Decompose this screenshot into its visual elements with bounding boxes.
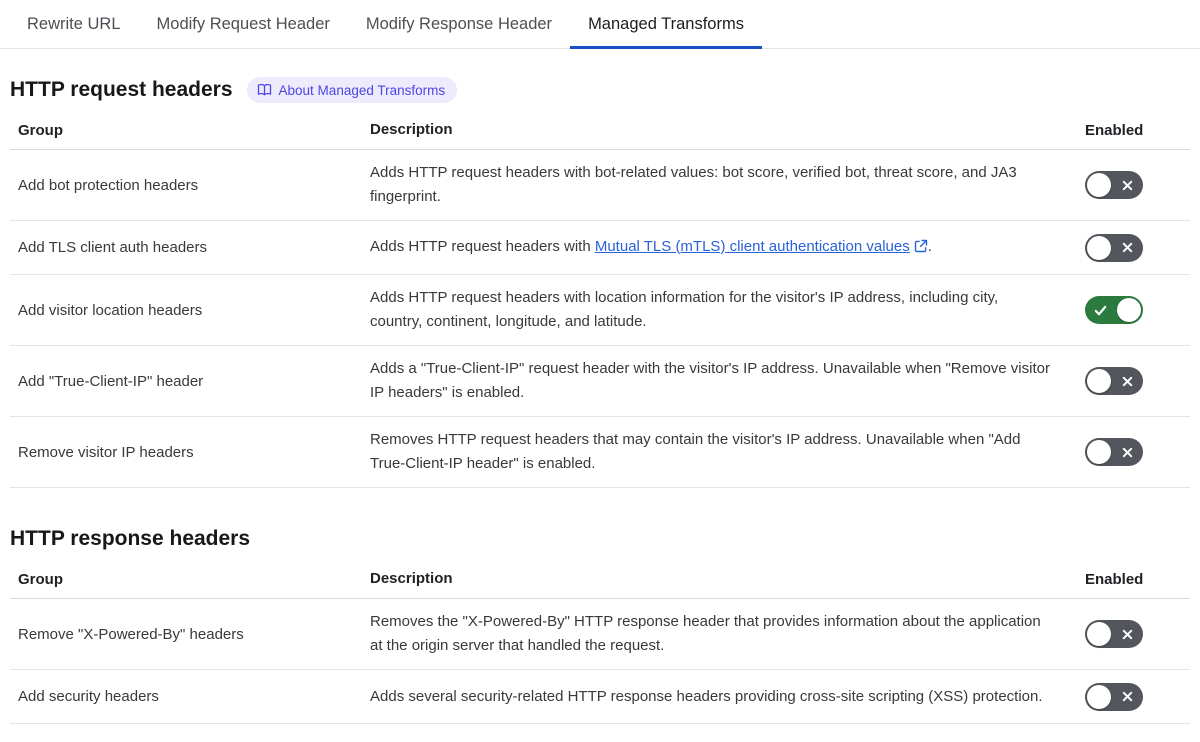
x-icon: [1121, 690, 1134, 703]
toggle-knob: [1117, 298, 1141, 322]
response-table-header: Group Description Enabled: [10, 552, 1190, 599]
tab-label: Managed Transforms: [588, 14, 744, 33]
tab-managed-transforms[interactable]: Managed Transforms: [570, 0, 762, 49]
group-cell: Add security headers: [18, 688, 159, 705]
group-cell: Add TLS client auth headers: [18, 239, 208, 256]
enabled-cell: [1085, 296, 1190, 324]
description-cell: Removes the "X-Powered-By" HTTP response…: [370, 610, 1070, 658]
column-header-description: Description: [370, 570, 453, 587]
description-text: Adds several security-related HTTP respo…: [370, 687, 1043, 705]
enabled-cell: [1085, 682, 1190, 711]
group-cell: Remove visitor IP headers: [18, 443, 194, 461]
about-managed-transforms-badge[interactable]: About Managed Transforms: [246, 77, 458, 103]
group-cell: Add bot protection headers: [18, 176, 199, 194]
tab-modify-response-header[interactable]: Modify Response Header: [348, 0, 570, 48]
column-header-enabled: Enabled: [1085, 122, 1144, 139]
table-row: Add "True-Client-IP" header Adds a "True…: [10, 346, 1190, 417]
x-icon: [1121, 241, 1134, 254]
column-header-group: Group: [18, 122, 63, 139]
description-text: Adds HTTP request headers with: [370, 237, 595, 255]
description-link[interactable]: Mutual TLS (mTLS) client authentication …: [595, 238, 910, 255]
response-section-header: HTTP response headers: [10, 526, 1190, 552]
table-row: Add TLS client auth headers Adds HTTP re…: [10, 221, 1190, 275]
description-text: Adds a "True-Client-IP" request header w…: [370, 360, 1050, 401]
external-link-icon: [914, 237, 928, 261]
group-cell: Add "True-Client-IP" header: [18, 372, 204, 390]
page-content: HTTP request headers About Managed Trans…: [0, 77, 1200, 724]
enabled-toggle[interactable]: [1085, 233, 1143, 262]
toggle-knob: [1087, 235, 1111, 260]
enabled-cell: [1085, 367, 1190, 395]
tab-label: Modify Response Header: [365, 14, 553, 33]
table-row: Remove visitor IP headers Removes HTTP r…: [10, 417, 1190, 488]
request-section-title: HTTP request headers: [10, 78, 233, 101]
toggle-knob: [1087, 173, 1111, 197]
request-table-body: Add bot protection headers Adds HTTP req…: [10, 150, 1190, 488]
description-cell: Adds HTTP request headers with Mutual TL…: [370, 235, 1070, 261]
toggle-knob: [1087, 684, 1111, 709]
description-text: Removes the "X-Powered-By" HTTP response…: [370, 613, 1041, 654]
book-icon: [257, 83, 272, 97]
x-icon: [1121, 628, 1134, 641]
description-cell: Adds HTTP request headers with bot-relat…: [370, 161, 1070, 209]
toggle-knob: [1087, 369, 1111, 393]
description-text: Removes HTTP request headers that may co…: [370, 431, 1021, 472]
response-section-title: HTTP response headers: [10, 527, 251, 550]
table-row: Add bot protection headers Adds HTTP req…: [10, 150, 1190, 221]
group-cell: Remove "X-Powered-By" headers: [18, 625, 244, 643]
description-cell: Removes HTTP request headers that may co…: [370, 428, 1070, 476]
group-cell: Add visitor location headers: [18, 301, 203, 319]
badge-label: About Managed Transforms: [278, 82, 446, 98]
description-cell: Adds several security-related HTTP respo…: [370, 685, 1070, 709]
toggle-knob: [1087, 622, 1111, 646]
tab-rewrite-url[interactable]: Rewrite URL: [9, 0, 139, 48]
description-text: Adds HTTP request headers with location …: [370, 289, 999, 330]
column-header-enabled: Enabled: [1085, 571, 1144, 588]
description-cell: Adds HTTP request headers with location …: [370, 286, 1070, 334]
enabled-toggle[interactable]: [1085, 171, 1143, 199]
tab-bar: Rewrite URL Modify Request Header Modify…: [0, 0, 1200, 49]
toggle-knob: [1087, 440, 1111, 464]
x-icon: [1121, 179, 1134, 192]
response-table-body: Remove "X-Powered-By" headers Removes th…: [10, 599, 1190, 724]
x-icon: [1121, 446, 1134, 459]
enabled-cell: [1085, 171, 1190, 199]
x-icon: [1121, 375, 1134, 388]
enabled-cell: [1085, 620, 1190, 648]
table-row: Remove "X-Powered-By" headers Removes th…: [10, 599, 1190, 670]
enabled-toggle[interactable]: [1085, 620, 1143, 648]
check-icon: [1094, 304, 1107, 317]
enabled-cell: [1085, 438, 1190, 466]
table-row: Add security headers Adds several securi…: [10, 670, 1190, 724]
tab-label: Modify Request Header: [156, 14, 330, 33]
enabled-toggle[interactable]: [1085, 438, 1143, 466]
column-header-description: Description: [370, 121, 453, 138]
tab-label: Rewrite URL: [27, 14, 121, 33]
table-row: Add visitor location headers Adds HTTP r…: [10, 275, 1190, 346]
enabled-cell: [1085, 233, 1190, 262]
enabled-toggle[interactable]: [1085, 296, 1143, 324]
description-text: .: [927, 237, 932, 255]
enabled-toggle[interactable]: [1085, 367, 1143, 395]
description-text: Adds HTTP request headers with bot-relat…: [370, 164, 1017, 205]
tab-modify-request-header[interactable]: Modify Request Header: [139, 0, 348, 48]
enabled-toggle[interactable]: [1085, 682, 1143, 711]
column-header-group: Group: [18, 571, 63, 588]
request-table-header: Group Description Enabled: [10, 103, 1190, 150]
description-cell: Adds a "True-Client-IP" request header w…: [370, 357, 1070, 405]
request-section-header: HTTP request headers About Managed Trans…: [10, 77, 1190, 103]
